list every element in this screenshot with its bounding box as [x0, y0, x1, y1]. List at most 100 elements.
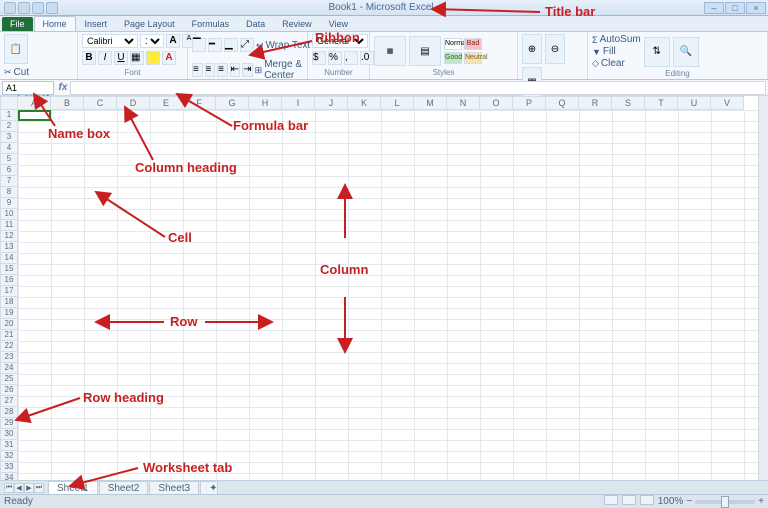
row-heading[interactable]: 23	[0, 352, 18, 363]
sort-filter-button[interactable]: ⇅	[644, 37, 670, 67]
fx-icon[interactable]: fx	[56, 82, 70, 93]
row-heading[interactable]: 7	[0, 176, 18, 187]
row-heading[interactable]: 25	[0, 374, 18, 385]
number-format-select[interactable]: General	[312, 34, 368, 48]
sheet-tab-3[interactable]: Sheet3	[149, 481, 199, 495]
insert-cells-button[interactable]: ⊕	[522, 34, 542, 64]
row-heading[interactable]: 2	[0, 121, 18, 132]
zoom-slider[interactable]	[695, 500, 755, 504]
row-heading[interactable]: 1	[0, 110, 18, 121]
row-heading[interactable]: 20	[0, 319, 18, 330]
wrap-text-button[interactable]: ↩ Wrap Text	[256, 40, 310, 51]
align-right-icon[interactable]: ≡	[217, 63, 228, 77]
minimize-icon[interactable]: –	[704, 2, 724, 14]
row-heading[interactable]: 16	[0, 275, 18, 286]
tab-home[interactable]: Home	[34, 16, 76, 31]
column-heading[interactable]: K	[348, 96, 381, 110]
view-break-icon[interactable]	[640, 495, 654, 505]
sheet-tab-1[interactable]: Sheet1	[48, 481, 98, 495]
column-heading[interactable]: I	[282, 96, 315, 110]
column-heading[interactable]: S	[612, 96, 645, 110]
row-heading[interactable]: 19	[0, 308, 18, 319]
fill-button[interactable]: ▼ Fill	[592, 46, 641, 57]
cells-area[interactable]	[18, 110, 768, 504]
row-heading[interactable]: 30	[0, 429, 18, 440]
row-heading[interactable]: 8	[0, 187, 18, 198]
style-good[interactable]: Good	[444, 52, 462, 64]
column-heading[interactable]: G	[216, 96, 249, 110]
row-heading[interactable]: 21	[0, 330, 18, 341]
row-heading[interactable]: 10	[0, 209, 18, 220]
align-center-icon[interactable]: ≡	[205, 63, 216, 77]
sheet-tab-2[interactable]: Sheet2	[99, 481, 149, 495]
style-bad[interactable]: Bad	[464, 38, 482, 50]
formula-bar[interactable]	[70, 81, 766, 95]
align-top-icon[interactable]: ▔	[192, 38, 206, 52]
merge-center-button[interactable]: ⊞ Merge & Center	[255, 59, 312, 81]
tab-view[interactable]: View	[321, 17, 356, 31]
cell-styles-gallery[interactable]: Normal Bad Good Neutral	[444, 38, 482, 64]
column-heading[interactable]: H	[249, 96, 282, 110]
row-heading[interactable]: 3	[0, 132, 18, 143]
row-heading[interactable]: 29	[0, 418, 18, 429]
row-heading[interactable]: 17	[0, 286, 18, 297]
row-heading[interactable]: 24	[0, 363, 18, 374]
align-middle-icon[interactable]: ━	[208, 38, 222, 52]
column-heading[interactable]: L	[381, 96, 414, 110]
new-sheet-icon[interactable]: ✦	[200, 481, 218, 495]
column-heading[interactable]: R	[579, 96, 612, 110]
indent-inc-icon[interactable]: ⇥	[242, 63, 253, 77]
grow-font-icon[interactable]: A	[166, 34, 180, 48]
column-heading[interactable]: A	[18, 96, 51, 110]
name-box[interactable]: A1	[2, 81, 54, 95]
fill-color-icon[interactable]	[146, 51, 160, 65]
align-bottom-icon[interactable]: ▁	[224, 38, 238, 52]
conditional-formatting-button[interactable]: ▦	[374, 36, 406, 66]
underline-icon[interactable]: U	[114, 51, 128, 65]
tab-formulas[interactable]: Formulas	[184, 17, 238, 31]
delete-cells-button[interactable]: ⊖	[545, 34, 565, 64]
row-heading[interactable]: 33	[0, 462, 18, 473]
close-icon[interactable]: ×	[746, 2, 766, 14]
row-heading[interactable]: 18	[0, 297, 18, 308]
column-heading[interactable]: B	[51, 96, 84, 110]
row-heading[interactable]: 5	[0, 154, 18, 165]
zoom-out-icon[interactable]: −	[686, 496, 692, 507]
column-heading[interactable]: Q	[546, 96, 579, 110]
row-heading[interactable]: 28	[0, 407, 18, 418]
bold-icon[interactable]: B	[82, 51, 96, 65]
row-heading[interactable]: 31	[0, 440, 18, 451]
column-heading[interactable]: D	[117, 96, 150, 110]
tab-page-layout[interactable]: Page Layout	[116, 17, 183, 31]
find-select-button[interactable]: 🔍	[673, 37, 699, 67]
column-heading[interactable]: T	[645, 96, 678, 110]
view-normal-icon[interactable]	[604, 495, 618, 505]
currency-icon[interactable]: $	[312, 51, 326, 65]
italic-icon[interactable]: I	[98, 51, 112, 65]
vertical-scrollbar[interactable]	[758, 96, 768, 490]
font-name-select[interactable]: Calibri	[82, 34, 138, 48]
align-left-icon[interactable]: ≡	[192, 63, 203, 77]
tab-file[interactable]: File	[2, 17, 33, 31]
border-icon[interactable]: ▦	[130, 51, 144, 65]
row-heading[interactable]: 32	[0, 451, 18, 462]
redo-icon[interactable]	[46, 2, 58, 14]
autosum-button[interactable]: Σ AutoSum	[592, 34, 641, 45]
row-heading[interactable]: 12	[0, 231, 18, 242]
column-heading[interactable]: O	[480, 96, 513, 110]
row-heading[interactable]: 22	[0, 341, 18, 352]
column-heading[interactable]: P	[513, 96, 546, 110]
percent-icon[interactable]: %	[328, 51, 342, 65]
style-neutral[interactable]: Neutral	[464, 52, 482, 64]
column-heading[interactable]: U	[678, 96, 711, 110]
select-all-corner[interactable]	[0, 96, 18, 110]
row-heading[interactable]: 4	[0, 143, 18, 154]
orientation-icon[interactable]: ⤢	[240, 38, 254, 52]
tab-review[interactable]: Review	[274, 17, 320, 31]
tab-insert[interactable]: Insert	[77, 17, 116, 31]
cut-button[interactable]: ✂ Cut	[4, 67, 73, 78]
row-heading[interactable]: 9	[0, 198, 18, 209]
font-color-icon[interactable]: A	[162, 51, 176, 65]
save-icon[interactable]	[18, 2, 30, 14]
format-as-table-button[interactable]: ▤	[409, 36, 441, 66]
